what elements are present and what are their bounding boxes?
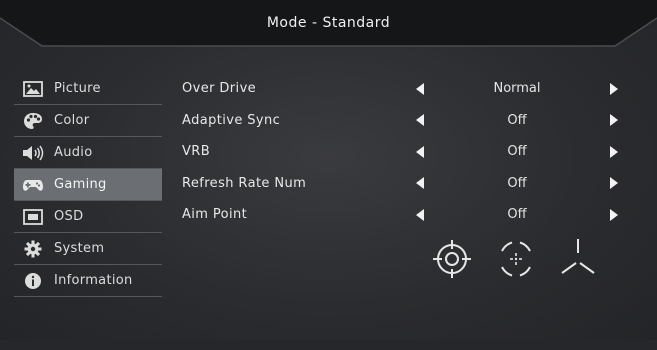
crosshair-circle-icon[interactable] (432, 237, 472, 285)
setting-row-aim-point[interactable]: Aim Point Off (180, 199, 650, 231)
setting-label: Adaptive Sync (182, 112, 281, 128)
setting-value: Normal (493, 81, 541, 97)
speaker-icon (22, 144, 44, 162)
gaming-settings-list: Over Drive Normal Adaptive Sync Off VRB … (180, 73, 650, 231)
left-arrow-icon[interactable] (416, 177, 424, 190)
setting-value: Off (507, 144, 527, 160)
sidebar-item-label: OSD (54, 209, 84, 224)
setting-value: Off (507, 112, 527, 128)
sidebar-item-label: Color (54, 113, 90, 128)
right-arrow-icon[interactable] (610, 114, 618, 127)
crosshair-dot-icon[interactable] (494, 237, 538, 285)
setting-value: Off (507, 175, 527, 191)
osd-header: Mode - Standard (0, 0, 657, 52)
setting-row-refresh-rate-num[interactable]: Refresh Rate Num Off (180, 168, 650, 200)
right-arrow-icon[interactable] (610, 208, 618, 221)
setting-row-vrb[interactable]: VRB Off (180, 136, 650, 168)
sidebar-item-label: Picture (54, 81, 101, 96)
setting-row-adaptive-sync[interactable]: Adaptive Sync Off (180, 105, 650, 137)
screen-bottom-bezel (0, 340, 657, 350)
osd-icon (22, 208, 44, 226)
setting-label: Aim Point (182, 207, 248, 223)
setting-label: VRB (182, 144, 211, 160)
setting-row-over-drive[interactable]: Over Drive Normal (180, 73, 650, 105)
crosshair-lines-icon[interactable] (556, 237, 600, 285)
left-arrow-icon[interactable] (416, 208, 424, 221)
setting-label: Over Drive (182, 81, 257, 97)
left-arrow-icon[interactable] (416, 114, 424, 127)
left-arrow-icon[interactable] (416, 82, 424, 95)
sidebar-item-color[interactable]: Color (14, 105, 162, 137)
palette-icon (22, 112, 44, 130)
right-arrow-icon[interactable] (610, 145, 618, 158)
sidebar-item-gaming[interactable]: Gaming (14, 169, 162, 201)
setting-label: Refresh Rate Num (182, 175, 307, 191)
aim-point-options (0, 237, 657, 282)
gamepad-icon (22, 176, 44, 194)
right-arrow-icon[interactable] (610, 82, 618, 95)
setting-value: Off (507, 207, 527, 223)
left-arrow-icon[interactable] (416, 145, 424, 158)
monitor-osd-menu: Mode - Standard Picture Color Audio Gami… (0, 0, 657, 350)
mode-title: Mode - Standard (266, 15, 391, 31)
sidebar-item-picture[interactable]: Picture (14, 73, 162, 105)
sidebar-item-label: Gaming (54, 177, 107, 192)
sidebar-item-audio[interactable]: Audio (14, 137, 162, 169)
picture-icon (22, 80, 44, 98)
right-arrow-icon[interactable] (610, 177, 618, 190)
sidebar-item-label: Audio (54, 145, 93, 160)
sidebar-item-osd[interactable]: OSD (14, 201, 162, 233)
